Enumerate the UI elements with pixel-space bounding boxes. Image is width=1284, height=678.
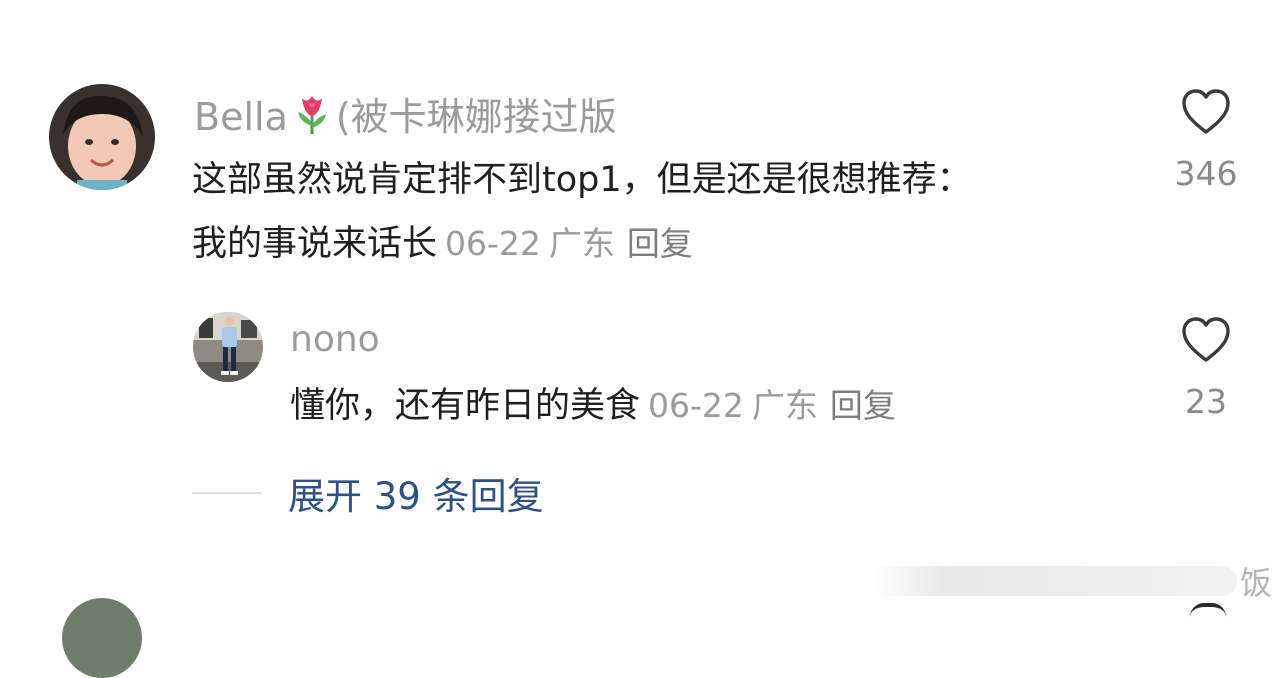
reply-like-group: 23: [1161, 316, 1251, 421]
divider: [192, 492, 262, 494]
reply-body: 懂你，还有昨日的美食 06-22 广东 回复: [290, 374, 896, 438]
comment-text-line: 这部虽然说肯定排不到top1，但是还是很想推荐：: [192, 160, 972, 200]
reply-date: 06-22: [648, 386, 744, 425]
like-count: 346: [1174, 154, 1238, 193]
comment-body: 这部虽然说肯定排不到top1，但是还是很想推荐： 我的事说来话长 06-22 广东回…: [192, 148, 1112, 276]
watermark: 饭: [872, 558, 1284, 604]
next-heart-icon[interactable]: [1190, 603, 1226, 617]
expand-replies-row: 展开 39 条回复: [192, 466, 544, 520]
comment-username[interactable]: Bella (被卡琳娜搂过版: [194, 92, 617, 142]
next-comment-avatar[interactable]: [62, 598, 142, 678]
reply-reply-button[interactable]: 回复: [830, 386, 896, 425]
comment-text: 我的事说来话长: [192, 224, 438, 264]
reply-avatar[interactable]: [193, 312, 263, 382]
reply-button[interactable]: 回复: [627, 224, 693, 263]
tulip-icon: [292, 92, 332, 142]
reply-username[interactable]: nono: [290, 322, 380, 358]
username-text: Bella: [194, 95, 288, 139]
comment-text-line-with-meta: 我的事说来话长 06-22 广东 回复: [192, 212, 1112, 276]
comment-date: 06-22: [445, 224, 541, 263]
heart-icon[interactable]: [1180, 316, 1232, 364]
username-suffix: (被卡琳娜搂过版: [335, 95, 617, 139]
watermark-bar: [872, 566, 1237, 596]
expand-replies-link[interactable]: 展开 39 条回复: [288, 466, 544, 520]
watermark-text: 饭: [1239, 564, 1272, 602]
comment-like-group: 346: [1161, 88, 1251, 193]
heart-icon[interactable]: [1180, 88, 1232, 136]
comment-location: 广东: [548, 224, 615, 263]
reply-text: 懂你，还有昨日的美食: [290, 386, 641, 426]
avatar[interactable]: [49, 84, 155, 190]
reply-location: 广东: [751, 386, 818, 425]
like-count: 23: [1185, 382, 1227, 421]
